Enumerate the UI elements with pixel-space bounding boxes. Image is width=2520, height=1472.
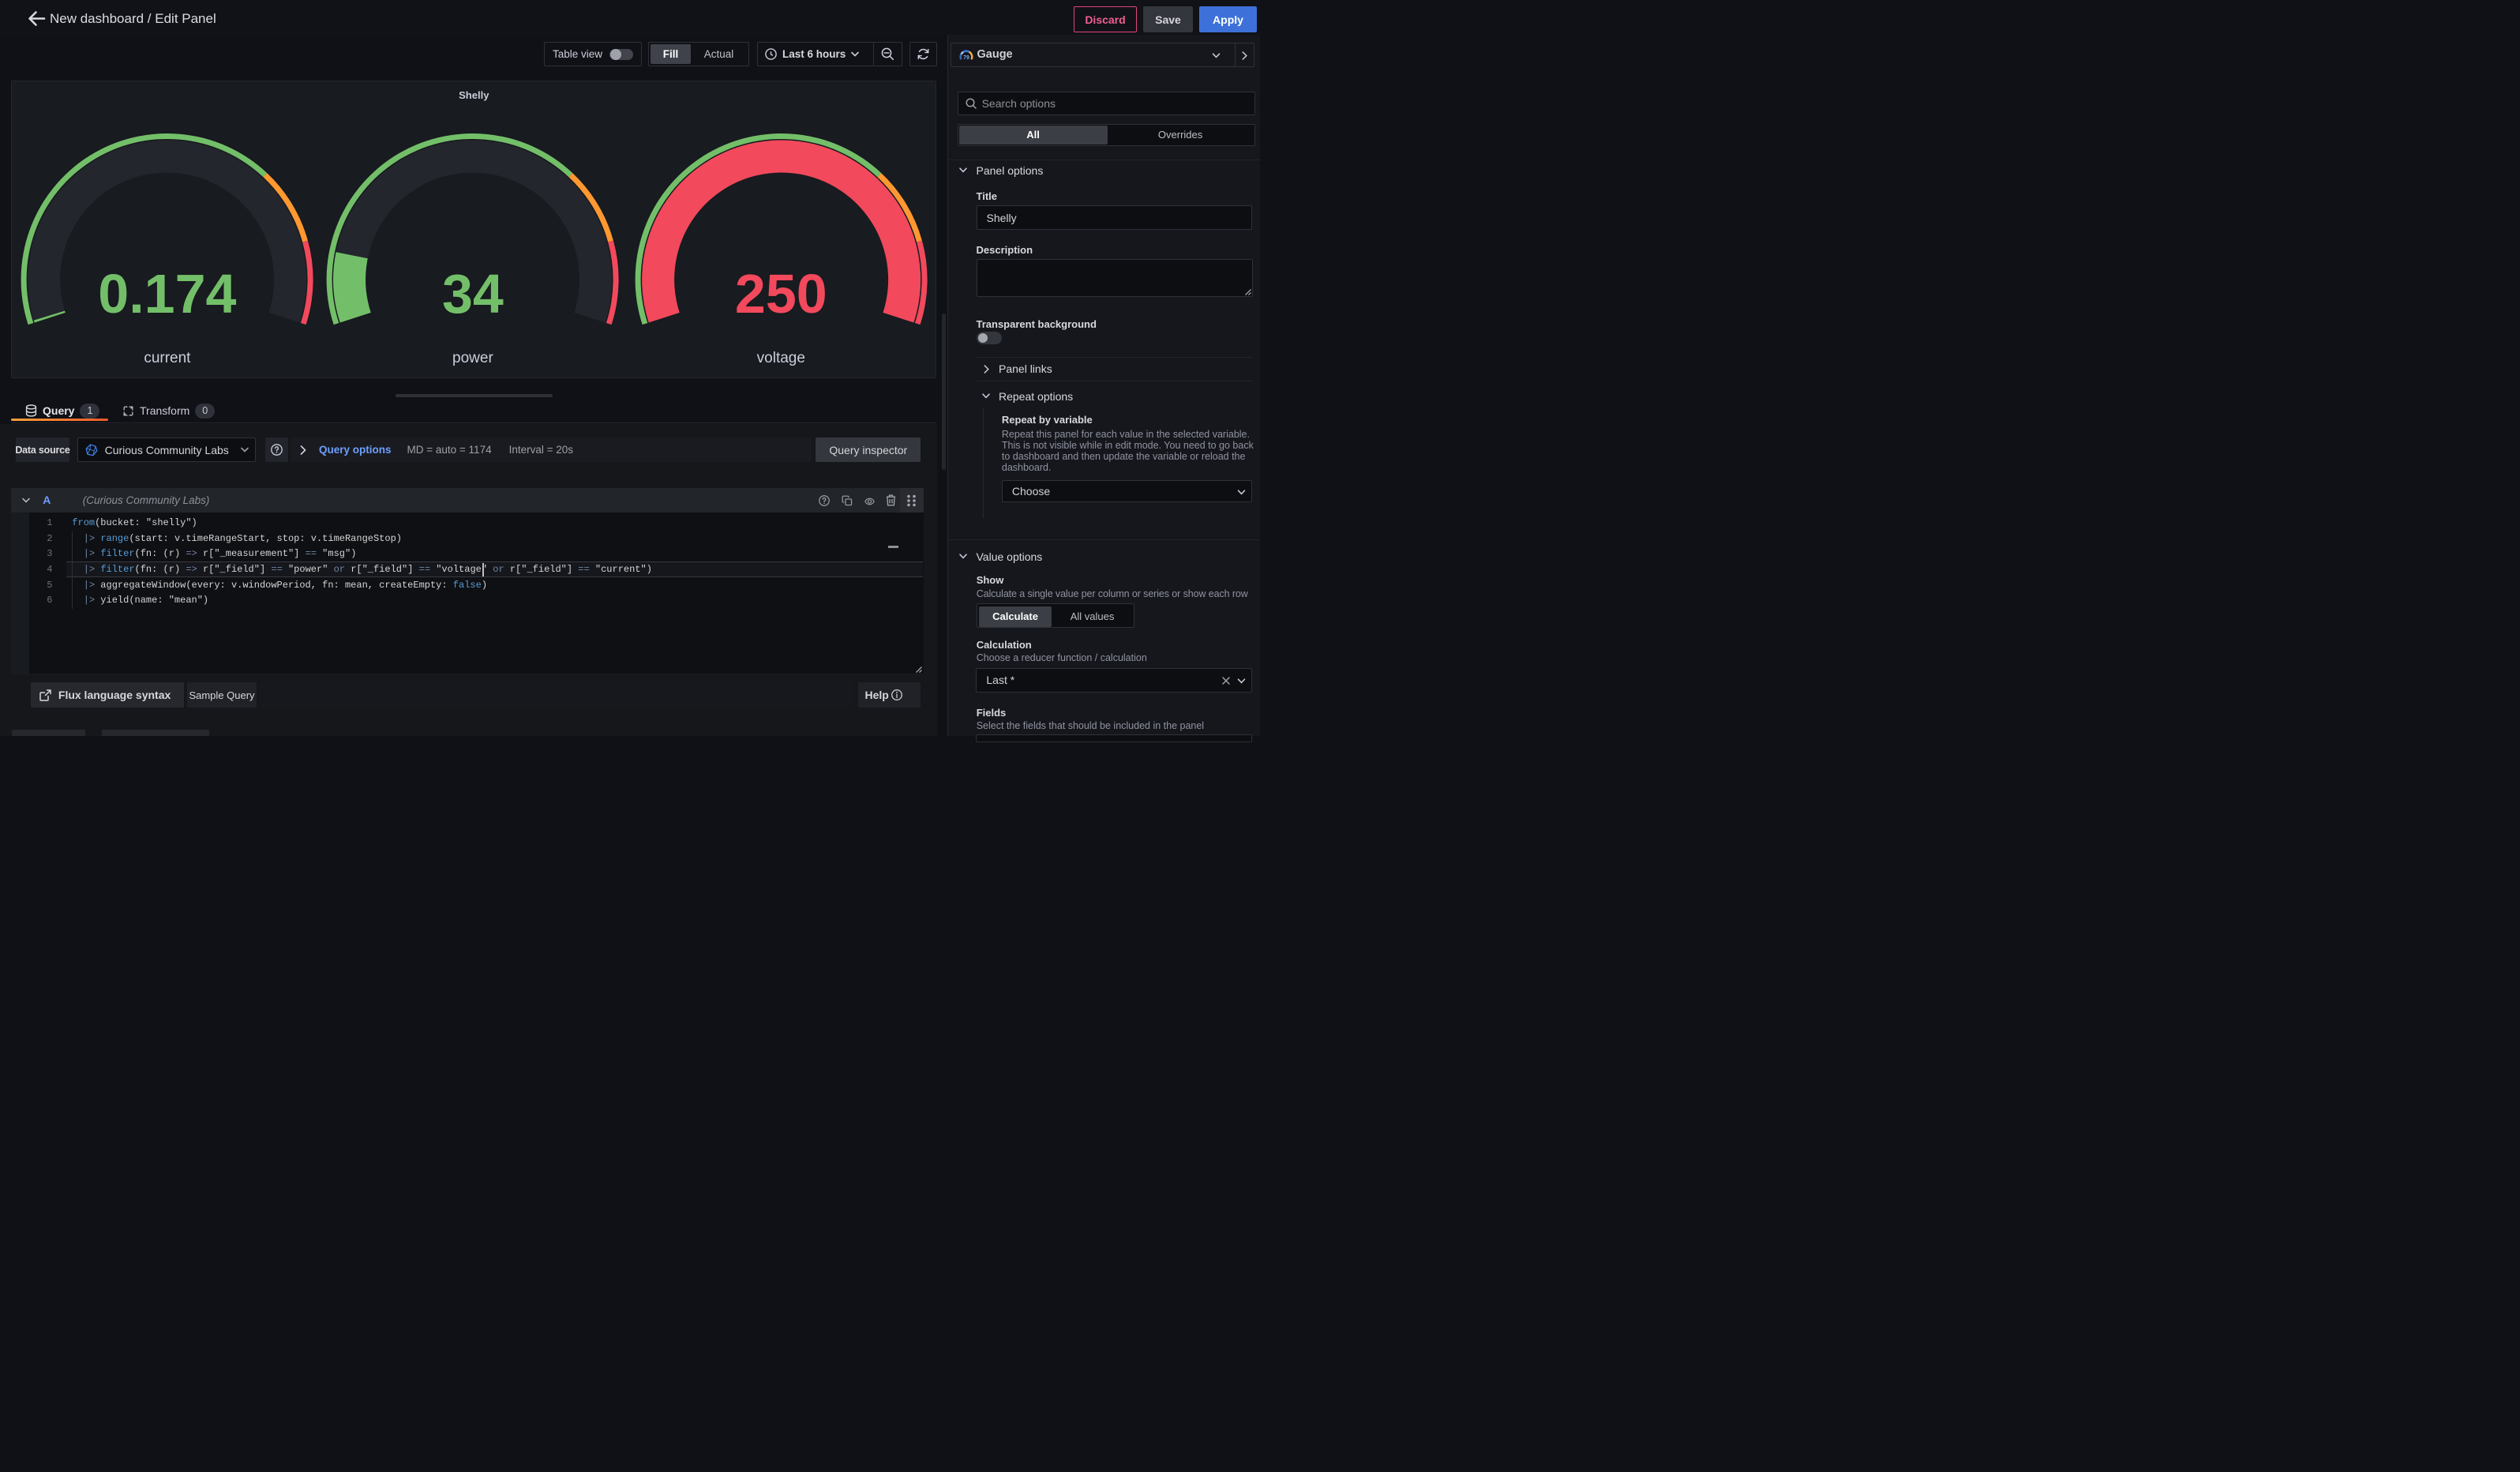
- svg-text:79: 79: [963, 55, 969, 61]
